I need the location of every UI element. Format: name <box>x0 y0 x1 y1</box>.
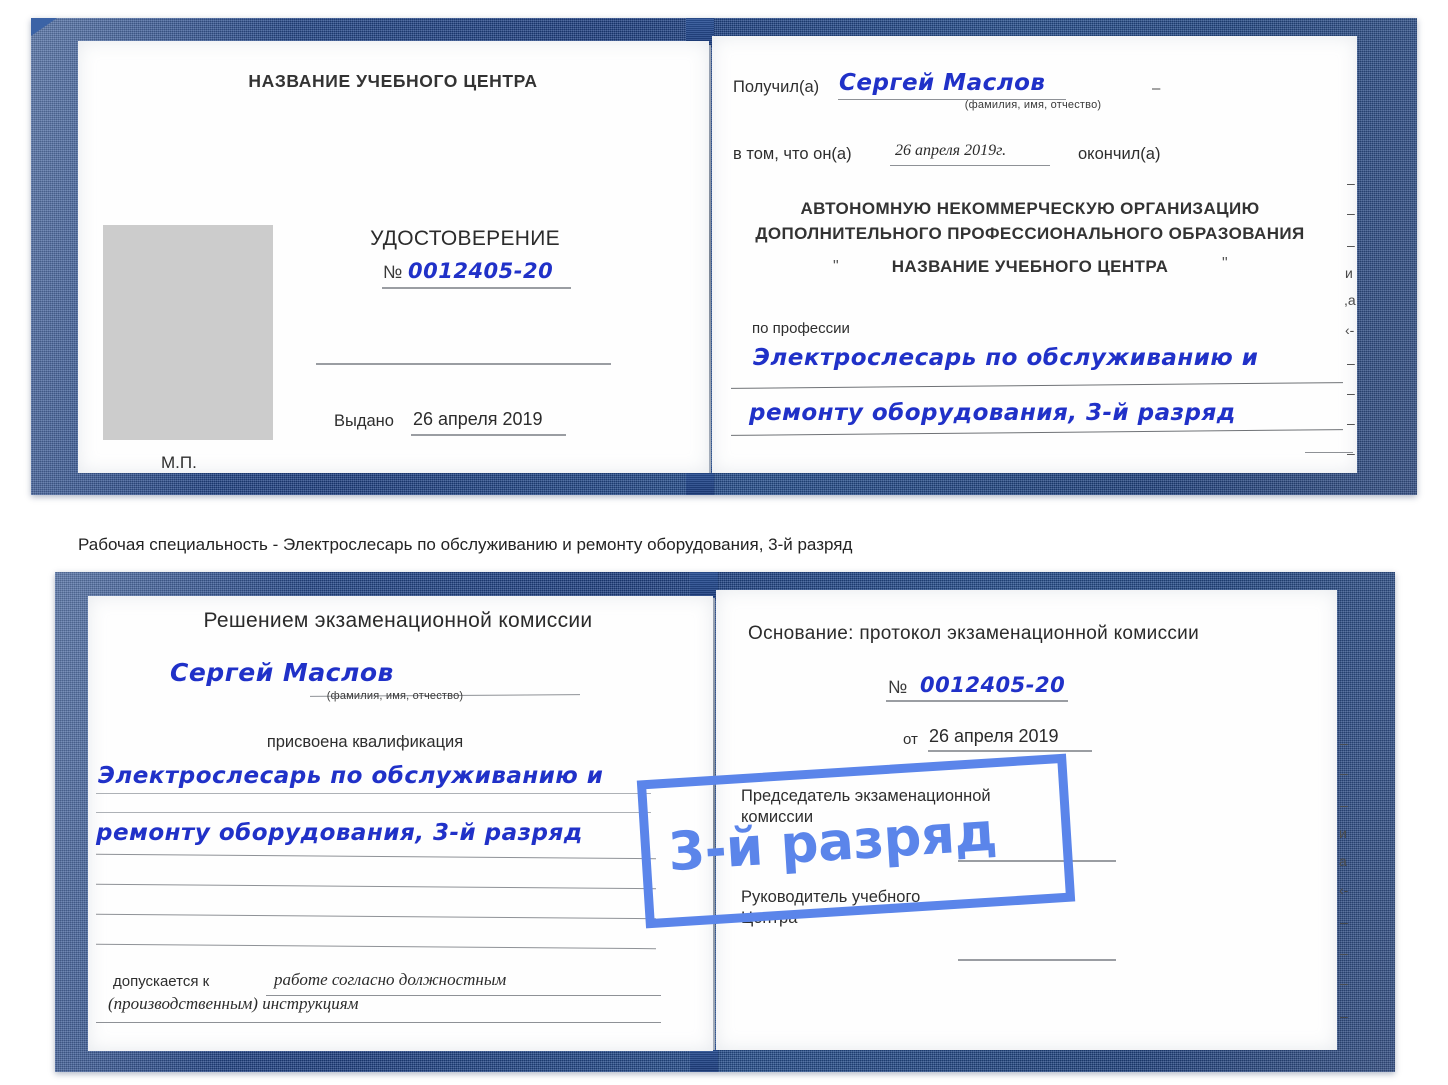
protocol-number-value: 0012405-20 <box>920 673 1066 697</box>
margin-scrap: ‹- <box>1345 322 1355 338</box>
certificate-number-value: 0012405-20 <box>408 259 554 283</box>
commission-decision-title: Решением экзаменационной комиссии <box>203 609 593 632</box>
margin-scrap: и <box>1339 825 1347 841</box>
margin-scrap: – <box>1340 945 1348 961</box>
profession-line-1: Электрослесарь по обслуживанию и <box>753 345 1259 371</box>
margin-scrap: – <box>1347 385 1355 401</box>
admitted-value-line-2: (производственным) инструкциям <box>108 994 359 1013</box>
margin-scrap: – <box>1347 415 1355 431</box>
admitted-value-line-1: работе согласно должностным <box>274 970 507 989</box>
qualification-rule-2 <box>96 812 651 813</box>
margin-scrap: – <box>1347 237 1355 253</box>
margin-scrap: – <box>1347 175 1355 191</box>
basis-protocol-label: Основание: протокол экзаменационной коми… <box>748 623 1200 644</box>
qualification-rule-1 <box>96 793 651 794</box>
profession-label: по профессии <box>752 320 850 337</box>
top-book-spine-line <box>709 45 711 473</box>
fio-hint-bottom: (фамилия, имя, отчество) <box>326 690 464 702</box>
protocol-number-rule <box>886 700 1068 702</box>
margin-scrap: а <box>1339 853 1347 869</box>
issued-label: Выдано <box>334 412 394 430</box>
certificate-number-rule <box>382 287 571 289</box>
received-label: Получил(а) <box>733 78 820 96</box>
profession-rule-3 <box>1305 452 1353 453</box>
organization-quote-close: " <box>1222 255 1228 272</box>
organization-line-3: НАЗВАНИЕ УЧЕБНОГО ЦЕНТРА <box>891 257 1169 276</box>
margin-scrap: ‹- <box>1339 882 1349 898</box>
margin-scrap: – <box>1340 797 1348 813</box>
page-caption: Рабочая специальность - Электрослесарь п… <box>78 535 853 554</box>
margin-scrap: – <box>1340 735 1348 751</box>
received-name-value: Сергей Маслов <box>839 70 1046 96</box>
margin-scrap: – <box>1347 205 1355 221</box>
fio-hint-top: (фамилия, имя, отчество) <box>964 99 1102 111</box>
photo-placeholder <box>103 225 273 440</box>
certificate-scan: НАЗВАНИЕ УЧЕБНОГО ЦЕНТРА УДОСТОВЕРЕНИЕ №… <box>0 0 1448 1085</box>
protocol-from-rule <box>928 750 1092 752</box>
finish-date-rule <box>890 165 1050 166</box>
issued-value: 26 апреля 2019 <box>413 409 543 429</box>
top-left-blank-rule <box>316 363 611 365</box>
head-signature-rule <box>958 959 1116 961</box>
margin-scrap: – <box>1340 914 1348 930</box>
profession-line-2: ремонту оборудования, 3-й разряд <box>749 400 1236 426</box>
margin-scrap: – <box>1347 445 1355 461</box>
qualification-line-1: Электрослесарь по обслуживанию и <box>98 763 604 789</box>
graduate-name-value: Сергей Маслов <box>170 658 394 687</box>
margin-scrap: – <box>1340 975 1348 991</box>
margin-scrap: – <box>1340 765 1348 781</box>
document-type-word: УДОСТОВЕРЕНИЕ <box>370 227 560 250</box>
finish-date-value: 26 апреля 2019г. <box>895 142 1007 159</box>
seal-place-label: М.П. <box>161 453 197 472</box>
margin-scrap: ,а <box>1344 292 1356 308</box>
protocol-from-label: от <box>903 731 918 748</box>
margin-scrap: – <box>1340 1008 1348 1024</box>
margin-scrap: – <box>1347 355 1355 371</box>
margin-dash-top-1: – <box>1152 80 1161 97</box>
organization-line-1: АВТОНОМНУЮ НЕКОММЕРЧЕСКУЮ ОРГАНИЗАЦИЮ <box>800 199 1260 218</box>
qualification-label: присвоена квалификация <box>266 733 464 751</box>
margin-scrap: и <box>1345 265 1353 281</box>
training-center-title: НАЗВАНИЕ УЧЕБНОГО ЦЕНТРА <box>248 71 538 91</box>
protocol-from-value: 26 апреля 2019 <box>929 726 1059 746</box>
protocol-number-symbol: № <box>888 677 908 697</box>
qualification-line-2: ремонту оборудования, 3-й разряд <box>96 820 583 846</box>
admitted-label: допускается к <box>113 973 210 990</box>
organization-line-2: ДОПОЛНИТЕЛЬНОГО ПРОФЕССИОНАЛЬНОГО ОБРАЗО… <box>755 224 1305 243</box>
certificate-number-symbol: № <box>383 262 403 282</box>
that-he-label: в том, что он(а) <box>733 145 852 163</box>
issued-rule <box>411 434 566 436</box>
admitted-rule-2 <box>96 1022 661 1023</box>
finished-label: окончил(а) <box>1078 145 1161 163</box>
